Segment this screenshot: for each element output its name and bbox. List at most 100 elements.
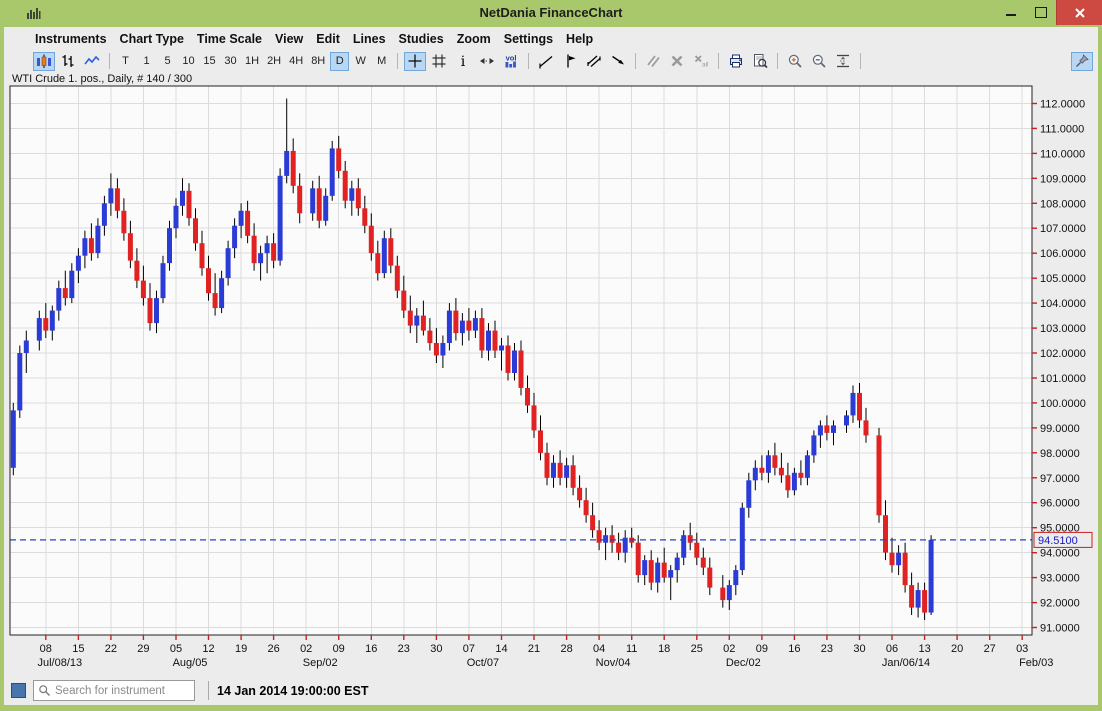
menu-item-chart-type[interactable]: Chart Type <box>120 32 184 46</box>
status-timestamp: 14 Jan 2014 19:00:00 EST <box>217 684 369 698</box>
volume-button[interactable]: vol <box>500 52 522 71</box>
timeframe-weekly-button[interactable]: W <box>351 52 370 71</box>
menu-item-studies[interactable]: Studies <box>399 32 444 46</box>
menu-item-lines[interactable]: Lines <box>353 32 386 46</box>
svg-text:94.0000: 94.0000 <box>1040 548 1080 560</box>
svg-text:19: 19 <box>235 643 247 655</box>
svg-text:108.0000: 108.0000 <box>1040 198 1086 210</box>
svg-text:02: 02 <box>723 643 735 655</box>
svg-text:110.0000: 110.0000 <box>1040 148 1085 160</box>
candlestick-chart-icon <box>36 53 52 69</box>
svg-text:Jul/08/13: Jul/08/13 <box>37 657 82 669</box>
timeframe-1-button[interactable]: 1 <box>137 52 156 71</box>
svg-text:98.0000: 98.0000 <box>1040 448 1080 460</box>
parallel-lines-button[interactable] <box>642 52 664 71</box>
svg-text:Dec/02: Dec/02 <box>726 657 761 669</box>
svg-text:09: 09 <box>756 643 768 655</box>
arrow-draw-button[interactable] <box>607 52 629 71</box>
delete-line-button[interactable] <box>666 52 688 71</box>
timeframe-1h-button[interactable]: 1H <box>242 52 262 71</box>
svg-text:16: 16 <box>788 643 800 655</box>
svg-text:14: 14 <box>495 643 507 655</box>
ohlc-bar-chart-button[interactable] <box>57 52 79 71</box>
print-preview-icon <box>752 53 768 69</box>
timeframe-8h-button[interactable]: 8H <box>308 52 328 71</box>
search-icon <box>38 684 51 697</box>
print-preview-button[interactable] <box>749 52 771 71</box>
timeframe-2h-button[interactable]: 2H <box>264 52 284 71</box>
grid-icon <box>431 53 447 69</box>
menu-item-settings[interactable]: Settings <box>504 32 553 46</box>
svg-text:93.0000: 93.0000 <box>1040 573 1080 585</box>
channel-lines-button[interactable] <box>583 52 605 71</box>
delete-all-lines-button[interactable]: all <box>690 52 712 71</box>
timeframe-10-button[interactable]: 10 <box>179 52 198 71</box>
menu-item-instruments[interactable]: Instruments <box>35 32 107 46</box>
svg-text:i: i <box>461 54 466 69</box>
vertical-line-button[interactable] <box>559 52 581 71</box>
pin-icon <box>1074 53 1090 69</box>
line-chart-button[interactable] <box>81 52 103 71</box>
crosshair-button[interactable] <box>404 52 426 71</box>
instrument-search-input[interactable]: Search for instrument <box>33 680 195 701</box>
maximize-button[interactable] <box>1026 0 1056 25</box>
line-chart-icon <box>84 53 100 69</box>
svg-text:92.0000: 92.0000 <box>1040 598 1080 610</box>
svg-text:08: 08 <box>40 643 52 655</box>
timeframe-5-button[interactable]: 5 <box>158 52 177 71</box>
menu-item-zoom[interactable]: Zoom <box>457 32 491 46</box>
ohlc-bar-chart-icon <box>60 53 76 69</box>
statusbar-separator <box>208 681 209 700</box>
svg-text:104.0000: 104.0000 <box>1040 298 1086 310</box>
channel-lines-icon <box>586 53 602 69</box>
candlestick-chart-button[interactable] <box>33 52 55 71</box>
menu-item-view[interactable]: View <box>275 32 303 46</box>
svg-text:Feb/03: Feb/03 <box>1019 657 1053 669</box>
menu-item-help[interactable]: Help <box>566 32 593 46</box>
info-button[interactable]: i <box>452 52 474 71</box>
window-title: NetDania FinanceChart <box>0 0 1102 26</box>
svg-text:103.0000: 103.0000 <box>1040 323 1086 335</box>
timeframe-tick-button[interactable]: T <box>116 52 135 71</box>
grid-button[interactable] <box>428 52 450 71</box>
volume-icon: vol <box>503 53 519 69</box>
print-button[interactable] <box>725 52 747 71</box>
y-axis: 112.0000111.0000110.0000109.0000108.0000… <box>1032 99 1086 635</box>
toolbar-separator <box>109 53 110 69</box>
svg-text:28: 28 <box>560 643 572 655</box>
svg-text:Sep/02: Sep/02 <box>303 657 338 669</box>
zoom-in-button[interactable] <box>784 52 806 71</box>
delete-all-lines-icon: all <box>693 53 709 69</box>
timeframe-30-button[interactable]: 30 <box>221 52 240 71</box>
app-window: NetDania FinanceChart Instruments Chart T… <box>0 0 1102 711</box>
timeframe-4h-button[interactable]: 4H <box>286 52 306 71</box>
zoom-in-icon <box>787 53 803 69</box>
svg-text:07: 07 <box>463 643 475 655</box>
menu-item-time-scale[interactable]: Time Scale <box>197 32 262 46</box>
svg-text:99.0000: 99.0000 <box>1040 423 1080 435</box>
svg-text:30: 30 <box>430 643 442 655</box>
timeframe-monthly-button[interactable]: M <box>372 52 391 71</box>
trend-line-button[interactable] <box>535 52 557 71</box>
status-bar: Search for instrument 14 Jan 2014 19:00:… <box>4 676 1098 705</box>
pin-button[interactable] <box>1071 52 1093 71</box>
menu-item-edit[interactable]: Edit <box>316 32 340 46</box>
close-button[interactable] <box>1056 0 1102 25</box>
svg-text:97.0000: 97.0000 <box>1040 473 1080 485</box>
svg-text:Oct/07: Oct/07 <box>467 657 499 669</box>
candlestick-chart[interactable]: 112.0000111.0000110.0000109.0000108.0000… <box>4 72 1098 676</box>
svg-text:20: 20 <box>951 643 963 655</box>
svg-text:all: all <box>702 62 709 69</box>
svg-text:23: 23 <box>821 643 833 655</box>
timeframe-daily-button[interactable]: D <box>330 52 349 71</box>
zoom-out-button[interactable] <box>808 52 830 71</box>
svg-text:25: 25 <box>691 643 703 655</box>
x-axis: 0815222905121926020916233007142128041118… <box>37 635 1053 669</box>
svg-text:100.0000: 100.0000 <box>1040 398 1086 410</box>
horizontal-scroll-button[interactable] <box>476 52 498 71</box>
timeframe-15-button[interactable]: 15 <box>200 52 219 71</box>
svg-text:106.0000: 106.0000 <box>1040 248 1086 260</box>
fit-vertical-button[interactable] <box>832 52 854 71</box>
minimize-button[interactable] <box>996 0 1026 25</box>
svg-text:02: 02 <box>300 643 312 655</box>
